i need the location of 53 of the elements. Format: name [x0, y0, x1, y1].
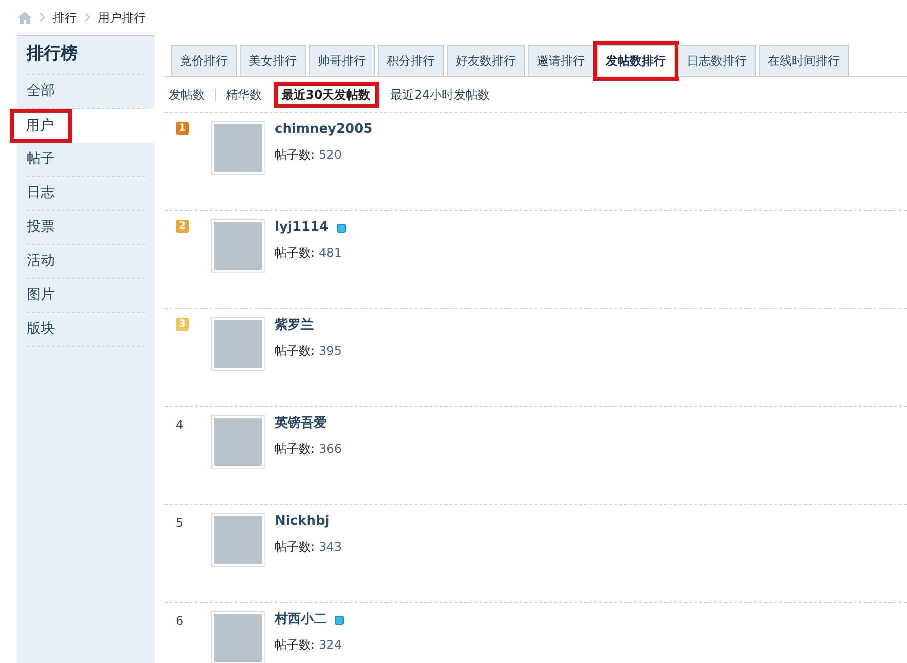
tab[interactable]: 日志数排行 [678, 45, 756, 77]
post-count-label: 帖子数: [275, 343, 316, 360]
breadcrumb-link[interactable]: 排行 [53, 8, 77, 26]
tab[interactable]: 邀请排行 [528, 45, 594, 77]
avatar-photo-placeholder[interactable] [214, 124, 262, 172]
chevron-icon [85, 13, 90, 22]
post-count-value: 324 [319, 637, 342, 654]
username-link[interactable]: 紫罗兰 [275, 316, 314, 336]
tab[interactable]: 在线时间排行 [759, 45, 849, 77]
rank-badge: 3 [176, 318, 189, 331]
filter-link[interactable]: 精华数 [222, 86, 266, 104]
post-count-label: 帖子数: [275, 539, 316, 556]
tab[interactable]: 积分排行 [378, 45, 444, 77]
sidebar-item[interactable]: 版块 [27, 313, 145, 347]
username-link[interactable]: chimney2005 [275, 120, 373, 140]
post-count-value: 395 [319, 343, 342, 360]
sidebar-item[interactable]: 投票 [27, 211, 145, 245]
tab[interactable]: 美女排行 [240, 45, 306, 77]
post-count-value: 520 [319, 147, 342, 164]
username-link[interactable]: 村西小二 [275, 610, 327, 630]
tab[interactable]: 竟价排行 [171, 45, 237, 77]
rank-number: 4 [176, 418, 184, 432]
chevron-icon [40, 13, 45, 22]
post-count-value: 481 [319, 245, 342, 262]
post-count-label: 帖子数: [275, 245, 316, 262]
username-link[interactable]: Nickhbj [275, 512, 330, 532]
rank-number: 5 [176, 516, 184, 530]
sidebar-item[interactable]: 活动 [27, 245, 145, 279]
home-icon[interactable] [18, 12, 32, 24]
post-count-label: 帖子数: [275, 147, 316, 164]
tab[interactable]: 帅哥排行 [309, 45, 375, 77]
sidebar-item[interactable]: 图片 [27, 279, 145, 313]
post-count-value: 366 [319, 441, 342, 458]
rank-badge: 1 [176, 122, 189, 135]
tab[interactable]: 好友数排行 [447, 45, 525, 77]
sidebar-title: 排行榜 [27, 36, 145, 75]
sidebar-item[interactable]: 帖子 [27, 143, 145, 177]
post-count-label: 帖子数: [275, 637, 316, 654]
avatar-photo-placeholder[interactable] [214, 320, 262, 368]
rank-badge: 2 [176, 220, 189, 233]
username-link[interactable]: 英镑吾爱 [275, 414, 327, 434]
avatar-photo-placeholder[interactable] [214, 614, 262, 662]
avatar-photo-placeholder[interactable] [214, 516, 262, 564]
filter-link[interactable]: 发帖数 [165, 86, 209, 104]
sidebar-item[interactable]: 日志 [27, 177, 145, 211]
post-count-label: 帖子数: [275, 441, 316, 458]
rank-number: 6 [176, 614, 184, 628]
avatar-photo-placeholder[interactable] [214, 222, 262, 270]
username-link[interactable]: lyj1114 [275, 218, 329, 238]
post-count-value: 343 [319, 539, 342, 556]
breadcrumb-link[interactable]: 用户排行 [98, 8, 146, 26]
filter-link[interactable]: 最近24小时发帖数 [386, 86, 494, 104]
avatar-photo-placeholder[interactable] [214, 418, 262, 466]
